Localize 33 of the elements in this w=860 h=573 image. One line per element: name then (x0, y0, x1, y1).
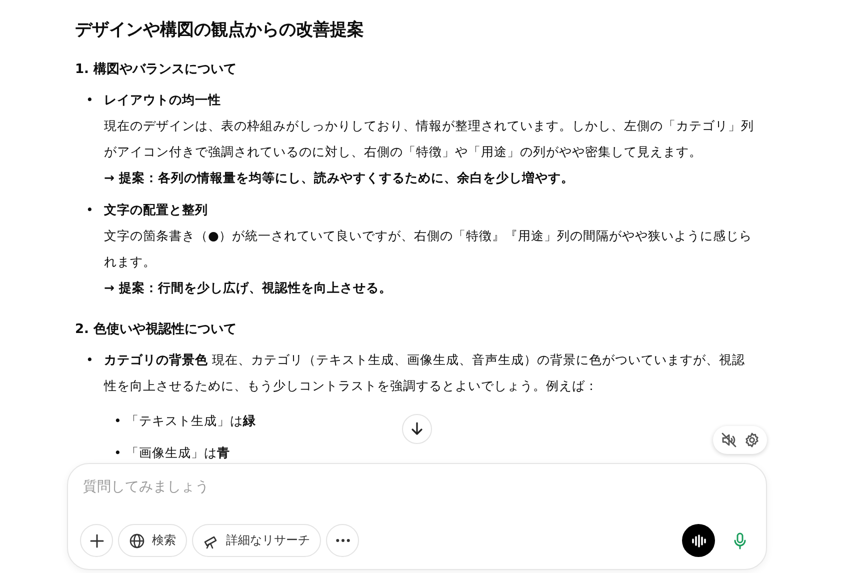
globe-icon (129, 532, 145, 548)
search-button[interactable]: 検索 (118, 524, 187, 557)
answer-title: デザインや構図の観点からの改善提案 (75, 19, 365, 42)
mute-button[interactable] (720, 432, 736, 448)
scroll-down-button[interactable] (402, 414, 432, 444)
proposal-text: → 提案：行間を少し広げ、視認性を向上させる。 (104, 279, 393, 297)
more-icon (336, 539, 350, 542)
arrow-down-icon (409, 421, 425, 437)
speaker-muted-icon (720, 432, 736, 448)
more-button[interactable] (326, 524, 359, 557)
plus-icon (88, 532, 104, 548)
voice-mode-button[interactable] (682, 524, 715, 557)
item-description: カテゴリの背景色 現在、カテゴリ（テキスト生成、画像生成、音声生成）の背景に色がついていますが、視認性を向上させるために、もう少しコントラストを強調するとよいでしょう。例えば： (104, 351, 746, 395)
section-heading: 2. 色使いや視認性について (75, 320, 238, 339)
section-heading: 1. 構図やバランスについて (75, 61, 238, 79)
add-button[interactable] (80, 524, 113, 557)
item-description: 文字の箇条書き（●）が統一されていて良いですが、右側の「特徴』『用途」列の間隔がやや狭いように感じられます。 (104, 227, 753, 271)
research-button[interactable]: 詳細なリサーチ (192, 524, 321, 557)
item-title: レイアウトの均一性 (104, 91, 222, 109)
voice-wave-icon (690, 532, 706, 548)
settings-button[interactable] (744, 432, 760, 448)
proposal-text: → 提案：各列の情報量を均等にし、読みやすくするために、余白を少し増やす。 (104, 169, 575, 187)
bullet: • (114, 444, 122, 462)
list-item-text: 「画像生成」は青 (126, 444, 230, 462)
item-description: 現在のデザインは、表の枠組みがしっかりしており、情報が整理されています。しかし、左側の「カテゴリ」列がアイコン付きで強調されているのに対し、右側の「特徴」や「用途」の列がやや密集して見えます。 (104, 117, 755, 161)
microphone-icon (732, 532, 748, 550)
list-item-text: 「テキスト生成」は緑 (126, 412, 256, 430)
bullet: • (86, 201, 94, 219)
item-title: 文字の配置と整列 (104, 201, 209, 219)
bullet: • (86, 91, 94, 109)
bullet: • (86, 351, 94, 369)
settings-icon (744, 432, 760, 448)
bullet: • (114, 412, 122, 430)
